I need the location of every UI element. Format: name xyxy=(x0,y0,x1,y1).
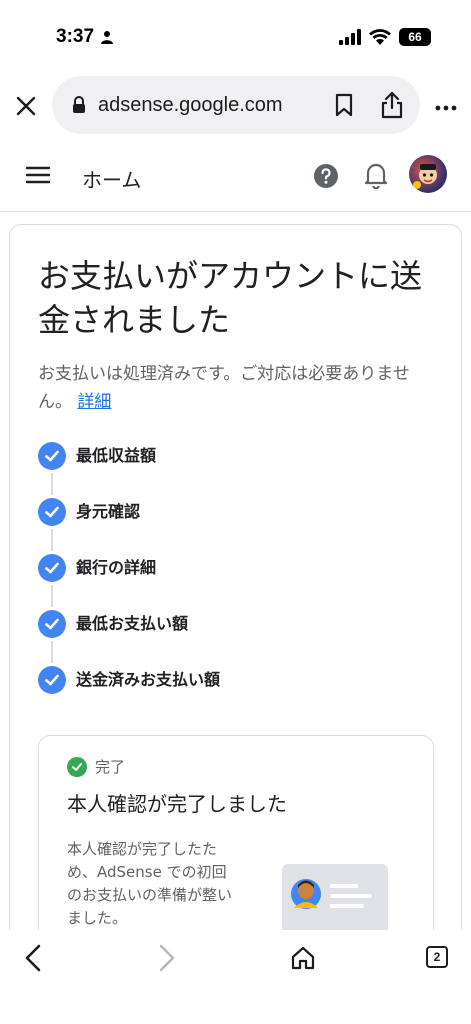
hamburger-menu-icon xyxy=(25,166,51,184)
identity-verified-card: 完了 本人確認が完了しました 本人確認が完了したため、AdSense での初回の… xyxy=(38,735,434,955)
battery-indicator: 66 xyxy=(399,28,431,46)
details-link[interactable]: 詳細 xyxy=(77,392,111,412)
help-icon xyxy=(314,164,338,188)
share-icon[interactable] xyxy=(380,91,404,119)
person-icon xyxy=(101,31,114,44)
avatar[interactable] xyxy=(409,155,447,193)
home-button[interactable] xyxy=(290,945,316,975)
step-bank-details: 銀行の詳細 xyxy=(38,554,220,610)
signal-icon xyxy=(339,29,361,45)
step-label: 身元確認 xyxy=(76,502,141,521)
close-icon xyxy=(16,96,36,116)
step-identity-verification: 身元確認 xyxy=(38,498,220,554)
menu-button[interactable] xyxy=(25,166,51,188)
step-label: 最低お支払い額 xyxy=(76,614,189,633)
check-circle-icon xyxy=(38,498,66,526)
status-card-body: 本人確認が完了したため、AdSense での初回のお支払いの準備が整いました。 xyxy=(67,840,233,927)
check-circle-icon xyxy=(38,554,66,582)
status-time: 3:37 xyxy=(56,26,114,48)
step-label: 送金済みお支払い額 xyxy=(76,670,221,689)
more-options-button[interactable] xyxy=(435,96,457,115)
status-card-title: 本人確認が完了しました xyxy=(67,792,287,816)
lock-icon xyxy=(73,96,85,113)
help-button[interactable] xyxy=(313,163,339,193)
step-connector xyxy=(51,641,53,663)
step-minimum-payment: 最低お支払い額 xyxy=(38,610,220,666)
page-title: ホーム xyxy=(82,168,142,192)
more-horizontal-icon xyxy=(435,105,457,111)
bookmark-icon[interactable] xyxy=(334,93,354,117)
payment-headline: お支払いがアカウントに送金されました xyxy=(38,257,423,339)
step-label: 最低収益額 xyxy=(76,446,157,465)
check-circle-icon xyxy=(38,442,66,470)
avatar-image-icon xyxy=(413,164,437,189)
id-card-illustration xyxy=(282,864,388,936)
address-bar[interactable]: adsense.google.com xyxy=(52,76,420,134)
chevron-right-icon xyxy=(159,944,175,972)
step-connector xyxy=(51,585,53,607)
chevron-left-icon xyxy=(25,944,41,972)
tab-count-icon: 2 xyxy=(426,946,448,968)
status-bar: 3:37 66 xyxy=(0,0,471,70)
home-icon xyxy=(291,946,315,970)
payment-description: お支払いは処理済みです。ご対応は必要ありません。 詳細 xyxy=(38,364,410,412)
bottom-toolbar: 2 xyxy=(0,930,471,1024)
tabs-button[interactable]: 2 xyxy=(426,946,448,968)
step-connector xyxy=(51,473,53,495)
status-badge: 完了 xyxy=(67,756,125,777)
check-circle-icon xyxy=(38,666,66,694)
step-connector xyxy=(51,529,53,551)
check-circle-icon xyxy=(38,610,66,638)
step-minimum-earnings: 最低収益額 xyxy=(38,442,220,498)
url-text: adsense.google.com xyxy=(98,93,283,116)
progress-steps: 最低収益額 身元確認 銀行の詳細 最低お支払い額 送金済みお支払い額 xyxy=(38,442,220,722)
app-header: ホーム xyxy=(0,148,471,212)
status-indicators: 66 xyxy=(339,28,431,46)
id-card-icon xyxy=(291,879,372,909)
check-circle-green-icon xyxy=(67,756,87,777)
close-button[interactable] xyxy=(12,92,40,120)
back-button[interactable] xyxy=(24,944,42,976)
notifications-button[interactable] xyxy=(364,161,388,193)
status-text: 完了 xyxy=(95,758,126,776)
step-label: 銀行の詳細 xyxy=(76,558,157,577)
bell-icon xyxy=(364,163,388,190)
forward-button[interactable] xyxy=(158,944,176,976)
wifi-icon xyxy=(369,29,391,45)
step-payment-sent: 送金済みお支払い額 xyxy=(38,666,220,722)
